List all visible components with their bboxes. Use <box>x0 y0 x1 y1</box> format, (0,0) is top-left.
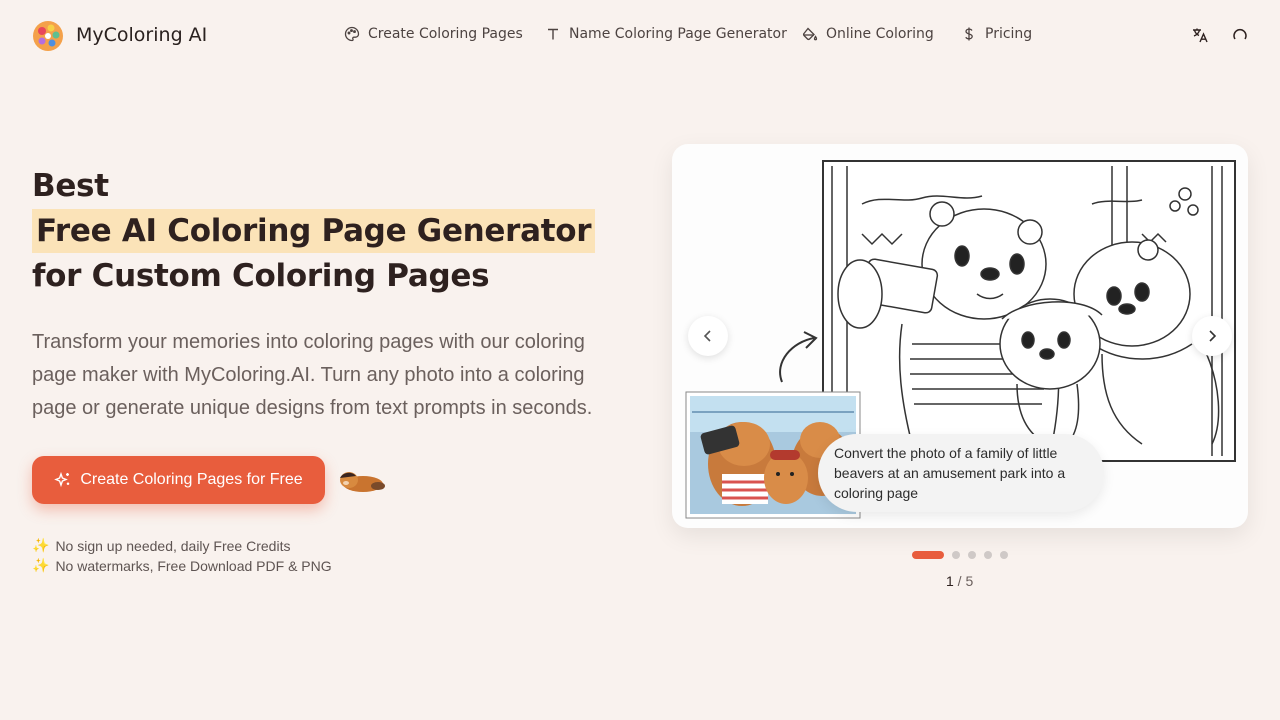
palette-icon <box>344 26 360 42</box>
sparkle-icon <box>54 471 70 488</box>
nav-label: Online Coloring <box>826 26 934 42</box>
slide-caption: Convert the photo of a family of little … <box>818 434 1104 512</box>
carousel-prev-button[interactable] <box>688 316 728 356</box>
hero-description: Transform your memories into coloring pa… <box>32 331 593 419</box>
nav-label: Name Coloring Page Generator <box>569 26 787 42</box>
carousel-pagination <box>912 551 1008 559</box>
carousel-next-button[interactable] <box>1192 316 1232 356</box>
carousel-dot[interactable] <box>912 551 944 559</box>
cta-label: Create Coloring Pages for Free <box>80 471 303 488</box>
headline-line-3: for Custom Coloring Pages <box>32 258 490 294</box>
feature-item: ✨ No watermarks, Free Download PDF & PNG <box>32 557 332 574</box>
headline-highlight: Free AI Coloring Page Generator <box>32 209 596 253</box>
palette-logo-icon[interactable] <box>32 20 64 52</box>
nav-label: Pricing <box>985 26 1033 42</box>
nav-name-coloring-page-generator[interactable]: Name Coloring Page Generator <box>545 26 787 42</box>
feature-text: No sign up needed, daily Free Credits <box>55 537 291 554</box>
header: MyColoring AI Create Coloring Pages Name… <box>0 0 1280 72</box>
nav-create-coloring-pages[interactable]: Create Coloring Pages <box>344 26 523 42</box>
carousel-dot[interactable] <box>968 551 976 559</box>
feature-text: No watermarks, Free Download PDF & PNG <box>55 557 332 574</box>
paint-bucket-icon <box>802 27 818 41</box>
nav-online-coloring[interactable]: Online Coloring <box>802 26 934 42</box>
nav-pricing[interactable]: Pricing <box>961 26 1032 42</box>
carousel-dot[interactable] <box>952 551 960 559</box>
sleeping-beaver-illustration <box>340 472 385 492</box>
sparkles-icon: ✨ <box>32 537 50 553</box>
chevron-left-icon <box>703 330 711 342</box>
nav-label: Create Coloring Pages <box>368 26 523 42</box>
carousel-dot[interactable] <box>984 551 992 559</box>
feature-item: ✨ No sign up needed, daily Free Credits <box>32 537 290 554</box>
text-icon <box>548 28 558 40</box>
loading-icon[interactable] <box>1231 26 1249 44</box>
dollar-icon <box>965 27 973 41</box>
sparkles-icon: ✨ <box>32 557 50 573</box>
create-coloring-pages-button[interactable]: Create Coloring Pages for Free <box>32 456 325 504</box>
brand-name[interactable]: MyColoring AI <box>76 24 207 46</box>
language-icon[interactable] <box>1191 26 1209 44</box>
chevron-right-icon <box>1209 330 1217 342</box>
slide-current: 1 <box>946 573 954 589</box>
slide-total: 5 <box>965 573 974 589</box>
carousel-dot[interactable] <box>1000 551 1008 559</box>
hero-headline: Best Free AI Coloring Page Generator for… <box>32 164 596 299</box>
headline-line-1: Best <box>32 168 109 204</box>
slide-counter: 1 / 5 <box>946 573 974 589</box>
